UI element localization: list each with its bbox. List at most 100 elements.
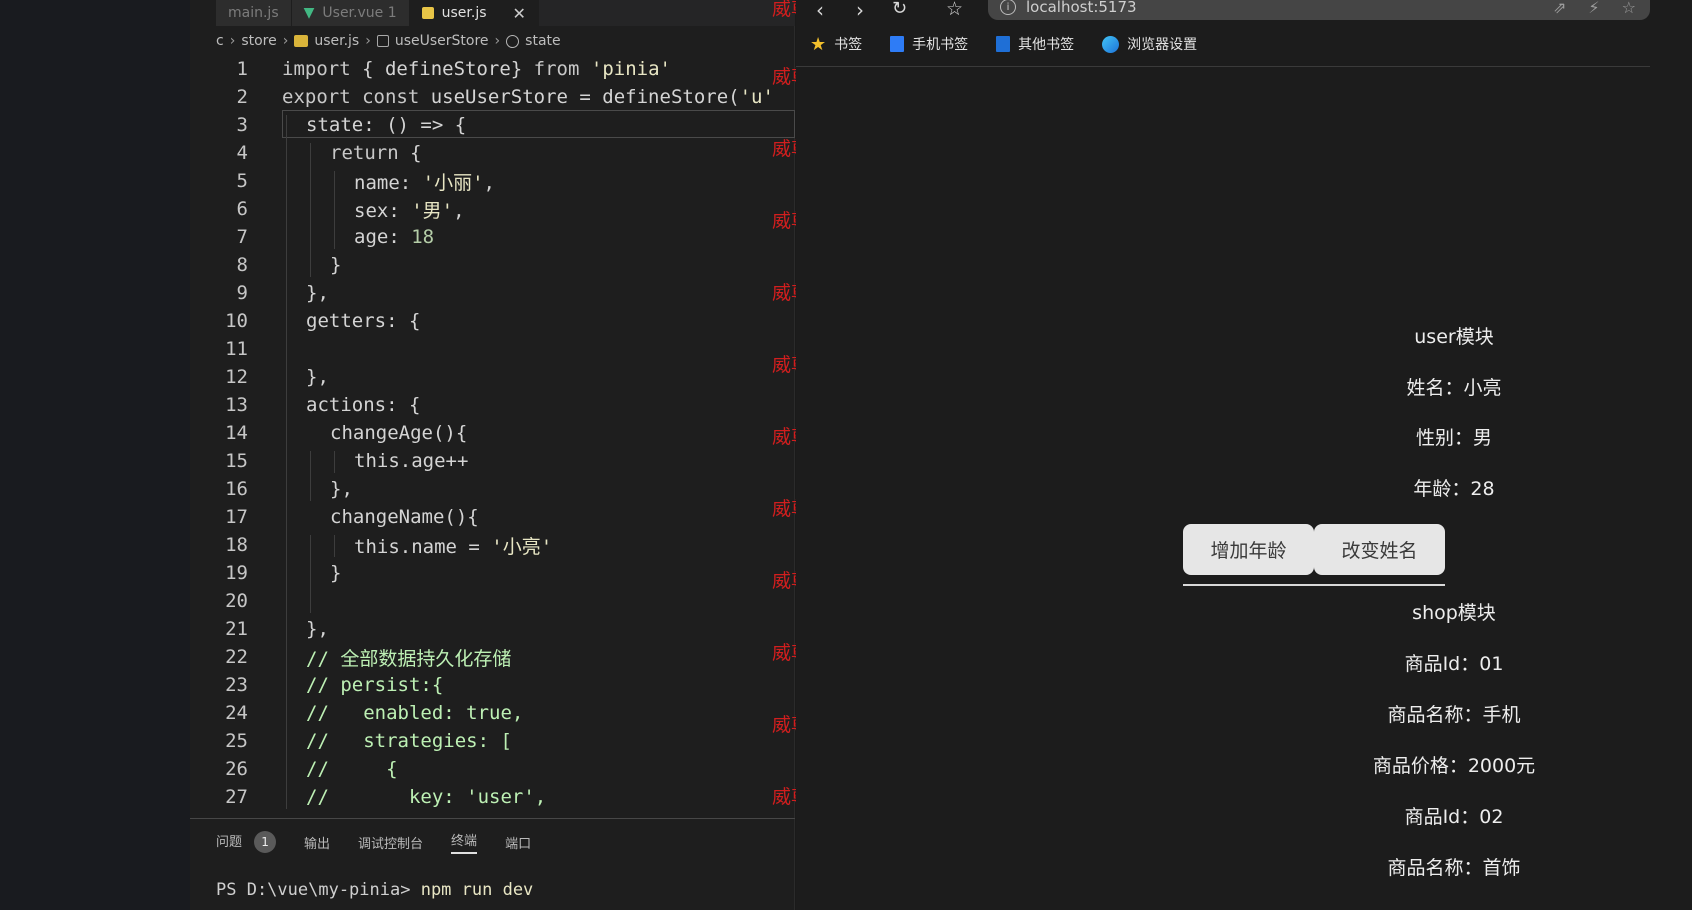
change-name-button[interactable]: 改变姓名 (1314, 524, 1445, 575)
breadcrumb-item[interactable]: store (241, 33, 276, 49)
tab-terminal[interactable]: 终端 (451, 830, 478, 854)
shop-module-title: shop模块 (1412, 602, 1496, 624)
code-line[interactable]: 2 export const useUserStore = defineStore… (190, 83, 795, 111)
terminal[interactable]: PS D:\vue\my-pinia> npm run dev (216, 880, 533, 900)
line-number: 23 (225, 674, 248, 696)
tab-main-js[interactable]: main.js (216, 0, 292, 26)
code-line[interactable]: 23 // persist:{ (190, 671, 795, 699)
code-token: sex: (354, 199, 412, 222)
code-line[interactable]: 22 // 全部数据持久化存储 (190, 643, 795, 671)
code-token: '小亮' (491, 535, 553, 558)
code-line[interactable]: 13 actions: { (190, 391, 795, 419)
code-text: state: () => { (306, 114, 466, 136)
code-line[interactable]: 15 this.age++ (190, 447, 795, 475)
breadcrumb-item[interactable]: useUserStore (395, 33, 489, 49)
code-text: // enabled: true, (306, 702, 523, 724)
tab-problems[interactable]: 问题 1 (216, 831, 277, 853)
code-line[interactable]: 14 changeAge(){ (190, 419, 795, 447)
code-line[interactable]: 24 // enabled: true, (190, 699, 795, 727)
tab-user-js[interactable]: user.js ✕ (409, 0, 539, 26)
line-number: 10 (225, 310, 248, 332)
function-icon (506, 34, 520, 48)
breadcrumb-item[interactable]: user.js (314, 33, 359, 49)
breadcrumb: c › store › user.js › useUserStore › sta… (216, 31, 561, 51)
code-line[interactable]: 5 name: '小丽', (190, 167, 795, 195)
line-number: 6 (236, 198, 248, 220)
code-token: // persist:{ (306, 674, 444, 696)
tab-label: user.js (441, 5, 487, 21)
breadcrumb-item[interactable]: c (216, 33, 224, 49)
indent-guide (310, 535, 311, 613)
code-line[interactable]: 19} (190, 559, 795, 587)
panel-tabs: 问题 1 输出 调试控制台 终端 端口 (216, 830, 531, 854)
code-line[interactable]: 16}, (190, 475, 795, 503)
code-token: } (330, 562, 342, 584)
code-editor: main.js ▼ User.vue 1 user.js ✕ c › store… (190, 0, 795, 910)
user-module-title: user模块 (1414, 326, 1494, 348)
code-text: actions: { (306, 394, 420, 416)
code-token: export const (282, 86, 420, 108)
code-token: state: () => { (306, 114, 467, 136)
code-line[interactable]: 26 // { (190, 755, 795, 783)
line-number: 11 (225, 338, 248, 360)
code-text: } (330, 254, 341, 276)
code-token: changeAge(){ (330, 422, 468, 444)
code-line[interactable]: 25 // strategies: [ (190, 727, 795, 755)
line-number: 14 (225, 422, 248, 444)
code-token: name: (354, 171, 423, 194)
code-token: import (282, 58, 351, 80)
line-number: 22 (225, 646, 248, 668)
code-token: from (533, 58, 580, 80)
code-text: getters: { (306, 310, 420, 332)
user-age: 年龄：28 (1413, 478, 1495, 500)
code-text: }, (306, 618, 329, 640)
code-line[interactable]: 21}, (190, 615, 795, 643)
line-number: 9 (236, 282, 248, 304)
code-token: '小丽' (422, 171, 484, 194)
code-line[interactable]: 8} (190, 251, 795, 279)
code-line[interactable]: 3 state: () => { (190, 111, 795, 139)
code-text: age: 18 (354, 226, 434, 248)
code-line[interactable]: 11 (190, 335, 795, 363)
code-line[interactable]: 6 sex: '男', (190, 195, 795, 223)
code-line[interactable]: 17 changeName(){ (190, 503, 795, 531)
tab-label: User.vue 1 (322, 5, 397, 21)
tab-output[interactable]: 输出 (304, 833, 330, 852)
code-line[interactable]: 7 age: 18 (190, 223, 795, 251)
code-text: // 全部数据持久化存储 (306, 644, 511, 671)
code-line[interactable]: 9}, (190, 279, 795, 307)
code-text: import { defineStore} from 'pinia' (282, 58, 671, 80)
line-number: 24 (225, 702, 248, 724)
close-icon[interactable]: ✕ (513, 4, 526, 23)
code-token: }, (330, 478, 353, 500)
code-text: // key: 'user', (306, 786, 546, 808)
add-age-button[interactable]: 增加年龄 (1183, 524, 1314, 575)
code-line[interactable]: 1 import { defineStore} from 'pinia' (190, 55, 795, 83)
item-id: 商品Id：02 (1404, 806, 1504, 828)
code-token: , (483, 171, 495, 194)
tab-ports[interactable]: 端口 (505, 833, 531, 852)
code-line[interactable]: 12}, (190, 363, 795, 391)
line-number: 26 (225, 758, 248, 780)
code-line[interactable]: 27 // key: 'user', (190, 783, 795, 811)
line-number: 7 (236, 226, 248, 248)
code-text: // strategies: [ (306, 730, 512, 752)
tab-user-vue[interactable]: ▼ User.vue 1 (291, 0, 410, 26)
code-text: name: '小丽', (354, 168, 495, 195)
page-content: user模块 姓名：小亮 性别：男 年龄：28 增加年龄 改变姓名 shop模块… (796, 0, 1692, 910)
line-number: 19 (225, 562, 248, 584)
code-area[interactable]: 1 import { defineStore} from 'pinia' 2 expo… (190, 55, 795, 820)
code-line[interactable]: 10 getters: { (190, 307, 795, 335)
item-price: 商品价格：2000元 (1372, 755, 1536, 777)
code-line[interactable]: 18 this.name = '小亮' (190, 531, 795, 559)
code-line[interactable]: 20 (190, 587, 795, 615)
line-number: 18 (225, 534, 248, 556)
code-token: '男' (411, 199, 454, 222)
indent-guide (310, 451, 311, 501)
breadcrumb-item[interactable]: state (525, 33, 560, 49)
chevron-right-icon: › (229, 33, 236, 49)
code-text: this.name = '小亮' (354, 532, 552, 559)
code-line[interactable]: 4 return { (190, 139, 795, 167)
tab-debug-console[interactable]: 调试控制台 (358, 833, 423, 852)
code-text: // { (306, 758, 398, 780)
